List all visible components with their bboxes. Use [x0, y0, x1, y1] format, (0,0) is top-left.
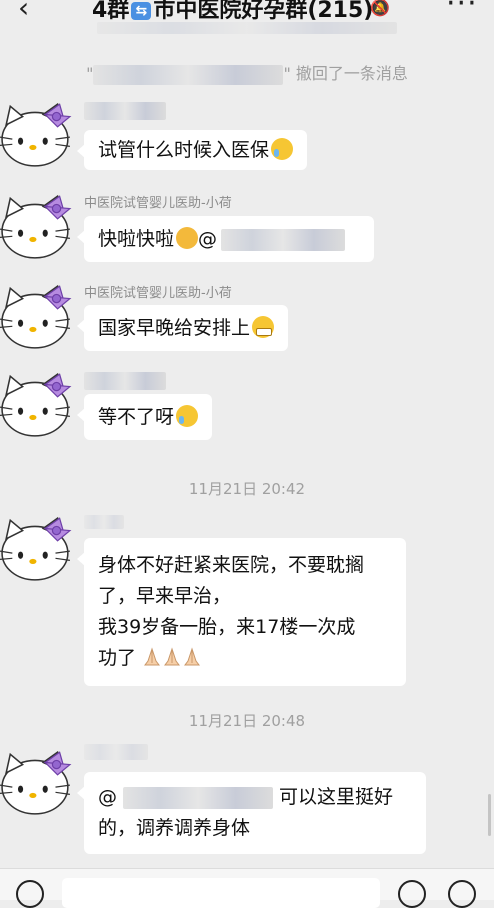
praying-hands-icon: [164, 647, 181, 666]
emoji-icon[interactable]: [398, 880, 426, 908]
avatar[interactable]: [0, 512, 74, 582]
redacted-nickname: [84, 744, 148, 760]
scrollbar[interactable]: [488, 794, 491, 836]
avatar[interactable]: [0, 190, 74, 260]
timestamp: 11月21日 20:42: [188, 480, 306, 498]
back-chevron-icon[interactable]: ‹: [18, 0, 29, 22]
avatar[interactable]: [0, 280, 74, 350]
message-bubble[interactable]: 等不了呀: [76, 394, 213, 440]
avatar[interactable]: [0, 98, 74, 168]
sender-nickname: 中医院试管婴儿医助-小荷: [84, 196, 232, 211]
ellipsis-icon[interactable]: ···: [446, 0, 478, 21]
recall-notice: " " 撤回了一条消息: [86, 64, 408, 85]
message-bubble[interactable]: @ 可以这里挺好 的，调养调养身体: [77, 772, 426, 854]
system-notice-partial: [0, 20, 494, 36]
redacted-nickname: [84, 514, 124, 529]
redacted-nickname: [84, 372, 166, 390]
redacted-mention: [123, 786, 273, 809]
redacted-mention: [221, 228, 346, 251]
message-bubble[interactable]: 试管什么时候入医保: [76, 130, 308, 170]
timestamp: 11月21日 20:48: [188, 712, 306, 730]
sender-nickname: 中医院试管婴儿医助-小荷: [84, 286, 232, 301]
message-bubble[interactable]: 国家早晚给安排上: [76, 305, 289, 351]
avatar[interactable]: [0, 368, 74, 438]
plus-icon[interactable]: [448, 880, 476, 908]
bell-muted-icon: 🔕: [370, 0, 390, 17]
redacted-nickname: [84, 102, 166, 120]
redacted-name: [93, 64, 284, 85]
message-input[interactable]: [62, 878, 380, 908]
group-link-icon: ⇆: [131, 2, 152, 20]
praying-hands-icon: [144, 647, 161, 666]
praying-hands-icon: [184, 647, 201, 666]
crying-emoji-icon: [176, 405, 199, 427]
crying-emoji-icon: [271, 138, 294, 160]
voice-icon[interactable]: [16, 880, 44, 908]
message-bubble[interactable]: 身体不好赶紧来医院，不要耽搁 了，早来早治， 我39岁备一胎，来17楼一次成 功…: [77, 538, 406, 686]
grinning-emoji-icon: [252, 316, 275, 338]
message-bubble[interactable]: 快啦快啦 @: [77, 216, 374, 262]
avatar[interactable]: [0, 746, 74, 816]
thinking-emoji-icon: [176, 227, 199, 249]
